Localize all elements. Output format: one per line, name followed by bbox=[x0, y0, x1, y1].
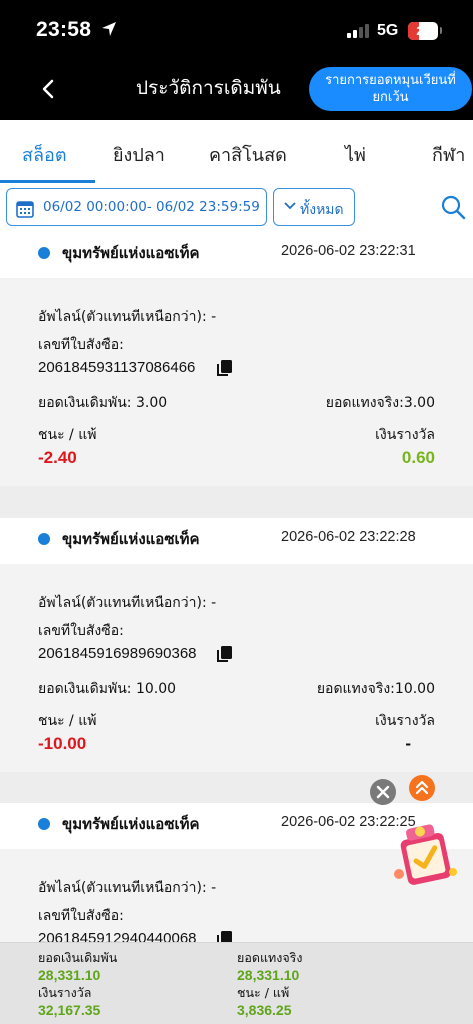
bet-label: ยอดเงินเดิมพัน: bbox=[38, 681, 132, 697]
search-button[interactable] bbox=[440, 194, 466, 220]
record-dot bbox=[38, 533, 50, 545]
order-label: เลขทีใบสังซือ: bbox=[38, 623, 124, 639]
tab-slots[interactable]: สล็อต bbox=[22, 140, 67, 169]
scroll-top-button[interactable] bbox=[409, 775, 435, 801]
total-win-lose-label: ชนะ / แพ้ bbox=[237, 985, 290, 1000]
valid-bet-label: ยอดแทงจริง: bbox=[316, 681, 395, 697]
tab-live-casino[interactable]: คาสิโนสด bbox=[209, 140, 287, 169]
valid-bet-label: ยอดแทงจริง: bbox=[325, 395, 404, 411]
battery-text: 20 bbox=[416, 24, 430, 38]
order-number: 2061845931137086466 bbox=[38, 359, 196, 376]
valid-bet-amount: 10.00 bbox=[394, 681, 435, 697]
agent-line: อัพไลน์(ตัวแทนทีเหนือกว่า): - bbox=[38, 880, 217, 896]
bet-amount-line: ยอดเงินเดิมพัน: 3.00 bbox=[38, 392, 167, 414]
promo-gift-icon[interactable] bbox=[391, 822, 459, 888]
summary-footer: ยอดเงินเดิมพัน 28,331.10 ยอดแทงจริง 28,3… bbox=[0, 942, 473, 1024]
category-select-value: ทั้งหมด bbox=[300, 202, 344, 218]
order-label: เลขทีใบสังซือ: bbox=[38, 337, 124, 353]
status-time: 23:58 bbox=[36, 18, 92, 41]
record-dot bbox=[38, 247, 50, 259]
category-tabs: สล็อต ยิงปลา คาสิโนสด ไพ่ กีฬา bbox=[0, 120, 473, 184]
record-details: อัพไลน์(ตัวแทนทีเหนือกว่า): - เลขทีใบสัง… bbox=[0, 564, 473, 772]
record-game-name: ขุมทรัพย์แห่งแอซเท็ค bbox=[62, 244, 200, 262]
prize-value: - bbox=[405, 734, 411, 753]
win-lose-label: ชนะ / แพ้ bbox=[38, 713, 97, 729]
record-game-name: ขุมทรัพย์แห่งแอซเท็ค bbox=[62, 530, 200, 548]
total-valid-bet-value: 28,331.10 bbox=[237, 967, 300, 983]
prize-label: เงินรางวัล bbox=[375, 713, 435, 729]
tab-sports[interactable]: กีฬา bbox=[432, 140, 465, 169]
record-time: 2026-06-02 23:22:28 bbox=[281, 529, 416, 545]
win-lose-label: ชนะ / แพ้ bbox=[38, 427, 97, 443]
page-title: ประวัติการเดิมพัน bbox=[136, 77, 281, 99]
tab-fishing[interactable]: ยิงปลา bbox=[113, 140, 165, 169]
date-range-picker[interactable]: 06/02 00:00:00- 06/02 23:59:59 bbox=[6, 188, 267, 226]
record-time: 2026-06-02 23:22:31 bbox=[281, 243, 416, 259]
record-game-name: ขุมทรัพย์แห่งแอซเท็ค bbox=[62, 815, 200, 833]
win-lose-value: -2.40 bbox=[38, 448, 77, 467]
search-icon bbox=[441, 195, 466, 220]
total-prize-value: 32,167.35 bbox=[38, 1002, 101, 1018]
order-number: 2061845916989690368 bbox=[38, 645, 197, 662]
bet-amount: 3.00 bbox=[135, 395, 168, 411]
total-valid-bet-label: ยอดแทงจริง bbox=[237, 950, 303, 965]
active-tab-indicator bbox=[0, 180, 95, 183]
battery-icon: 20 bbox=[408, 22, 438, 40]
double-chevron-up-icon bbox=[415, 780, 429, 795]
win-lose-value: -10.00 bbox=[38, 734, 87, 753]
category-select[interactable]: ทั้งหมด bbox=[273, 188, 355, 226]
agent-line: อัพไลน์(ตัวแทนทีเหนือกว่า): - bbox=[38, 309, 217, 325]
network-type: 5G bbox=[377, 22, 399, 39]
app: 23:58 5G 20 ประวัติการเดิมพัน รายการยอดห… bbox=[0, 0, 473, 1024]
total-bet-label: ยอดเงินเดิมพัน bbox=[38, 950, 118, 965]
prize-value: 0.60 bbox=[401, 448, 435, 467]
close-icon bbox=[376, 785, 390, 799]
location-arrow-icon bbox=[102, 22, 116, 36]
filter-bar: 06/02 00:00:00- 06/02 23:59:59 ทั้งหมด bbox=[0, 184, 473, 234]
total-win-lose-value: 3,836.25 bbox=[237, 1002, 292, 1018]
record-header: ขุมทรัพย์แห่งแอซเท็ค 2026-06-02 23:22:28 bbox=[0, 518, 473, 564]
back-button[interactable] bbox=[36, 74, 62, 104]
tab-cards[interactable]: ไพ่ bbox=[345, 140, 366, 169]
close-promo-button[interactable] bbox=[370, 779, 396, 805]
chevron-down-icon bbox=[284, 202, 296, 210]
battery-tip bbox=[440, 27, 442, 34]
bet-label: ยอดเงินเดิมพัน: bbox=[38, 395, 132, 411]
date-range-text: 06/02 00:00:00- 06/02 23:59:59 bbox=[43, 199, 260, 215]
bet-amount: 10.00 bbox=[135, 681, 177, 697]
valid-bet-line: ยอดแทงจริง:3.00 bbox=[326, 392, 435, 414]
order-label: เลขทีใบสังซือ: bbox=[38, 908, 124, 924]
chevron-left-icon bbox=[42, 79, 54, 99]
agent-line: อัพไลน์(ตัวแทนทีเหนือกว่า): - bbox=[38, 595, 217, 611]
record-details: อัพไลน์(ตัวแทนทีเหนือกว่า): - เลขทีใบสัง… bbox=[0, 278, 473, 486]
valid-bet-amount: 3.00 bbox=[403, 395, 435, 411]
bet-amount-line: ยอดเงินเดิมพัน: 10.00 bbox=[38, 678, 176, 700]
total-bet-value: 28,331.10 bbox=[38, 967, 101, 983]
copy-icon[interactable] bbox=[216, 359, 234, 377]
total-prize-label: เงินรางวัล bbox=[38, 985, 92, 1000]
top-bar: 23:58 5G 20 ประวัติการเดิมพัน รายการยอดห… bbox=[0, 0, 473, 120]
copy-icon[interactable] bbox=[216, 645, 234, 663]
record-dot bbox=[38, 818, 50, 830]
turnover-exempt-button[interactable]: รายการยอดหมุนเวียนที่ยกเว้น bbox=[309, 67, 472, 111]
signal-icon bbox=[347, 24, 369, 38]
record-header: ขุมทรัพย์แห่งแอซเท็ค 2026-06-02 23:22:31 bbox=[0, 232, 473, 278]
calendar-icon bbox=[16, 201, 34, 218]
prize-label: เงินรางวัล bbox=[375, 427, 435, 443]
valid-bet-line: ยอดแทงจริง:10.00 bbox=[317, 678, 435, 700]
